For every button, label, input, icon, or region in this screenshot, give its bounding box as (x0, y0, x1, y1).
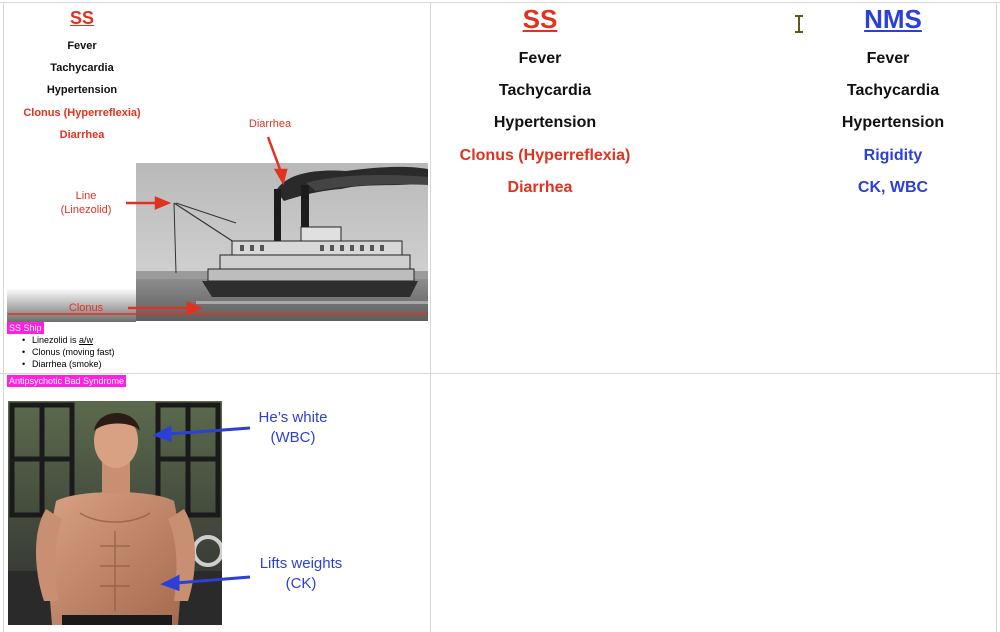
ss-column-item: Fever (518, 50, 562, 67)
note-item: Clonus (moving fast) (22, 346, 115, 358)
ss-column-item: Hypertension (493, 114, 597, 131)
bottom-right-cell[interactable] (431, 374, 996, 632)
note-item: Diarrhea (smoke) (22, 358, 115, 370)
arrow-icon (160, 574, 180, 592)
nms-column-item: CK, WBC (857, 179, 929, 196)
nms-column-title: NMS (864, 4, 922, 34)
annotation-white: He’s white (258, 409, 328, 426)
ss-column-item: Diarrhea (507, 179, 573, 196)
nms-column-item: Hypertension (841, 114, 945, 131)
text-cursor-icon (795, 15, 803, 33)
arrow-icon (273, 168, 288, 186)
blue-annotation-arrows (152, 425, 251, 592)
nms-column-item: Tachycardia (846, 82, 940, 99)
note-item: Linezolid is a/w (22, 334, 115, 346)
arrow-icon (152, 425, 172, 443)
nms-column-item: Rigidity (863, 147, 923, 164)
annotation-arrows (8, 136, 428, 315)
ss-column-title: SS (522, 4, 558, 34)
notes-list: Linezolid is a/w Clonus (moving fast) Di… (22, 334, 115, 370)
ss-column-item: Tachycardia (498, 82, 592, 99)
arrow-icon (154, 196, 172, 210)
annotation-lifts-weights: Lifts weights (259, 555, 343, 572)
arrow-icon (186, 301, 204, 315)
note-tag-ss-ship: SS Ship (7, 322, 44, 334)
annotation-wbc: (WBC) (270, 429, 316, 446)
annotation-ck: (CK) (285, 575, 317, 592)
nms-column-item: Fever (866, 50, 910, 67)
ss-column-item: Clonus (Hyperreflexia) (459, 147, 631, 164)
